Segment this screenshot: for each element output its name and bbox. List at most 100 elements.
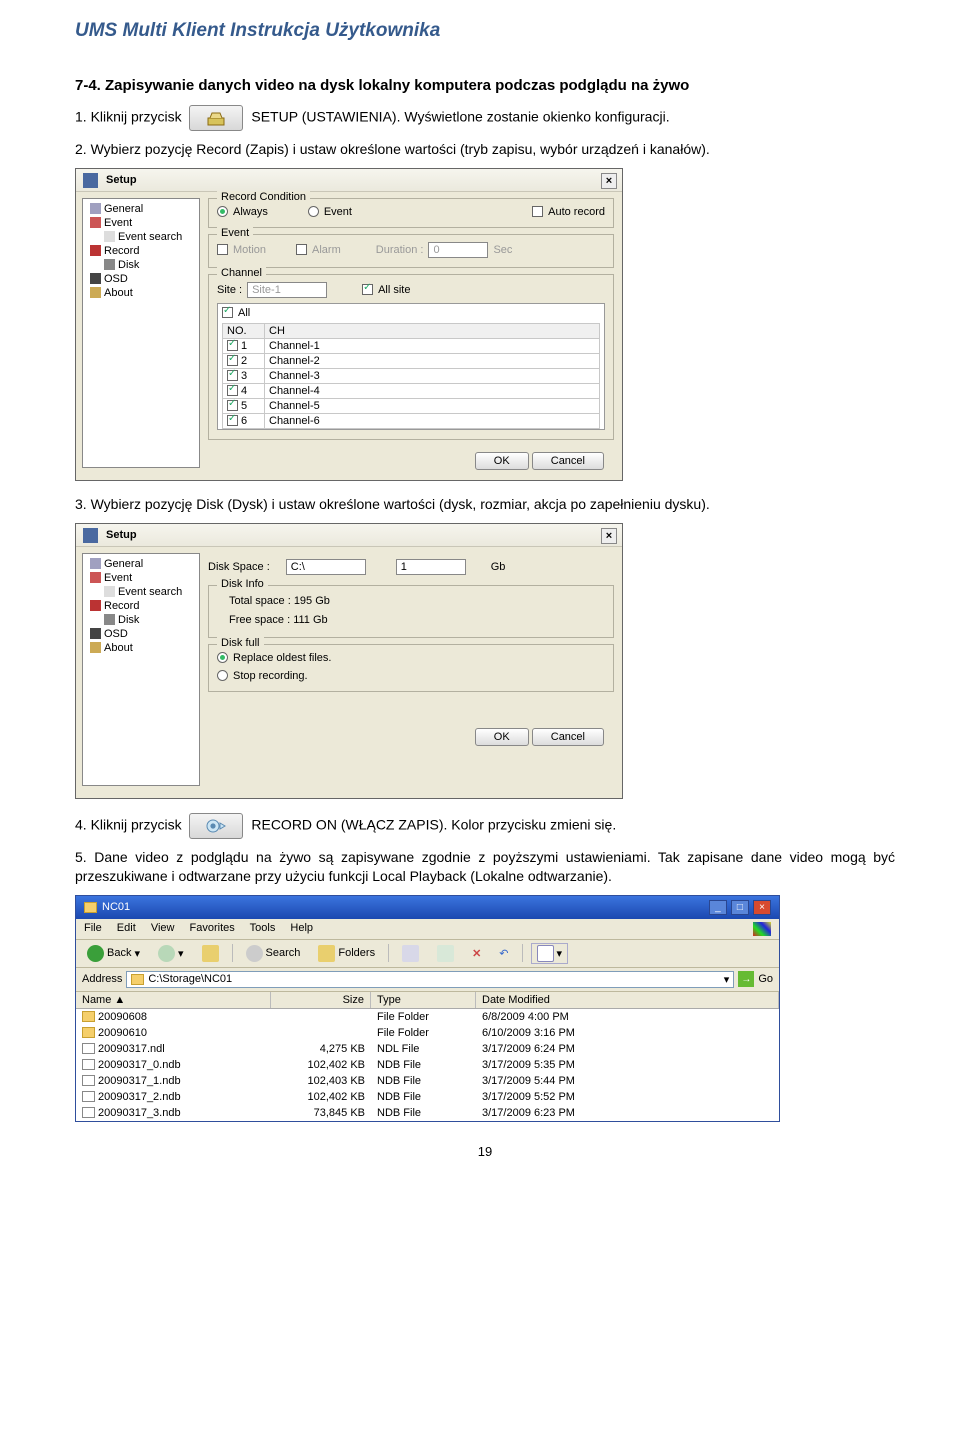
close-icon[interactable]: ×	[601, 528, 617, 544]
dialog-title-text: Setup	[106, 529, 137, 541]
table-row: 6Channel-6	[223, 413, 600, 428]
check-channel[interactable]	[227, 355, 238, 366]
nav-label: Record	[104, 245, 139, 257]
radio-always[interactable]	[217, 206, 228, 217]
nav-general[interactable]: General	[86, 202, 196, 216]
list-item[interactable]: 20090610File Folder6/10/2009 3:16 PM	[76, 1025, 779, 1041]
legend: Channel	[217, 267, 266, 279]
label: Alarm	[312, 244, 341, 256]
site-select[interactable]: Site-1	[247, 282, 327, 298]
duration-input[interactable]: 0	[428, 242, 488, 258]
nav-label: About	[104, 287, 133, 299]
check-all[interactable]	[222, 307, 233, 318]
list-item[interactable]: 20090317_3.ndb73,845 KBNDB File3/17/2009…	[76, 1105, 779, 1121]
go-button[interactable]: →	[738, 971, 754, 987]
address-input[interactable]: C:\Storage\NC01 ▾	[126, 971, 734, 988]
check-channel[interactable]	[227, 340, 238, 351]
nav-osd[interactable]: OSD	[86, 627, 196, 641]
up-button[interactable]	[197, 944, 224, 963]
radio-stop[interactable]	[217, 670, 228, 681]
list-item[interactable]: 20090317_2.ndb102,402 KBNDB File3/17/200…	[76, 1089, 779, 1105]
file-icon	[82, 1091, 95, 1102]
radio-replace[interactable]	[217, 652, 228, 663]
menu-tools[interactable]: Tools	[250, 922, 276, 934]
table-row: 4Channel-4	[223, 383, 600, 398]
col-size[interactable]: Size	[271, 992, 371, 1008]
step-4: 4. Kliknij przycisk RECORD ON (WŁĄCZ ZAP…	[75, 813, 895, 839]
forward-button[interactable]: ▾	[153, 944, 189, 963]
menu-view[interactable]: View	[151, 922, 175, 934]
drive-select[interactable]: C:\	[286, 559, 366, 575]
nav-tree: General Event Event search Record Disk O…	[82, 198, 200, 468]
up-icon	[202, 945, 219, 962]
radio-event[interactable]	[308, 206, 319, 217]
check-autorecord[interactable]	[532, 206, 543, 217]
ok-button[interactable]: OK	[475, 452, 529, 470]
check-channel[interactable]	[227, 400, 238, 411]
list-item[interactable]: 20090317_1.ndb102,403 KBNDB File3/17/200…	[76, 1073, 779, 1089]
check-alarm[interactable]	[296, 244, 307, 255]
close-icon[interactable]: ×	[753, 900, 771, 915]
check-channel[interactable]	[227, 415, 238, 426]
dialog-titlebar: Setup ×	[76, 524, 622, 547]
go-label: Go	[758, 973, 773, 985]
nav-event-search[interactable]: Event search	[86, 230, 196, 244]
search-button[interactable]: Search	[241, 944, 306, 963]
label: Back	[107, 947, 131, 959]
maximize-icon[interactable]: □	[731, 900, 749, 915]
check-motion[interactable]	[217, 244, 228, 255]
cancel-button[interactable]: Cancel	[532, 452, 604, 470]
undo-icon[interactable]: ↶	[494, 946, 513, 961]
list-item[interactable]: 20090317_0.ndb102,402 KBNDB File3/17/200…	[76, 1057, 779, 1073]
check-channel[interactable]	[227, 385, 238, 396]
list-item[interactable]: 20090608File Folder6/8/2009 4:00 PM	[76, 1009, 779, 1025]
col-date[interactable]: Date Modified	[476, 992, 779, 1008]
disk-full-group: Disk full Replace oldest files. Stop rec…	[208, 644, 614, 692]
list-item[interactable]: 20090317.ndl4,275 KBNDL File3/17/2009 6:…	[76, 1041, 779, 1057]
nav-label: Disk	[118, 259, 139, 271]
setup-dialog-disk: Setup × General Event Event search Recor…	[75, 523, 623, 799]
delete-icon[interactable]: ✕	[467, 946, 486, 961]
views-button[interactable]: ▾	[531, 943, 569, 964]
menu-favorites[interactable]: Favorites	[190, 922, 235, 934]
dialog-title-text: Setup	[106, 174, 137, 186]
close-icon[interactable]: ×	[601, 173, 617, 189]
folder-icon	[82, 1027, 95, 1038]
nav-event[interactable]: Event	[86, 216, 196, 230]
disk-free: Free space : 111 Gb	[217, 612, 605, 628]
menu-edit[interactable]: Edit	[117, 922, 136, 934]
forward-icon	[158, 945, 175, 962]
nav-osd[interactable]: OSD	[86, 272, 196, 286]
check-channel[interactable]	[227, 370, 238, 381]
legend: Record Condition	[217, 191, 310, 203]
nav-record[interactable]: Record	[86, 599, 196, 613]
nav-label: Event search	[118, 586, 182, 598]
check-allsite[interactable]	[362, 284, 373, 295]
col-name[interactable]: Name ▲	[76, 992, 271, 1008]
nav-disk[interactable]: Disk	[86, 613, 196, 627]
explorer-columns: Name ▲ Size Type Date Modified	[76, 992, 779, 1009]
nav-record[interactable]: Record	[86, 244, 196, 258]
size-input[interactable]: 1	[396, 559, 466, 575]
col-type[interactable]: Type	[371, 992, 476, 1008]
nav-about[interactable]: About	[86, 641, 196, 655]
tool-icon[interactable]	[432, 944, 459, 963]
tool-icon[interactable]	[397, 944, 424, 963]
step-1-post: SETUP (USTAWIENIA). Wyświetlone zostanie…	[251, 109, 669, 125]
menu-file[interactable]: File	[84, 922, 102, 934]
nav-general[interactable]: General	[86, 557, 196, 571]
back-button[interactable]: Back ▾	[82, 944, 145, 963]
ok-button[interactable]: OK	[475, 728, 529, 746]
label: All site	[378, 284, 410, 296]
menu-help[interactable]: Help	[290, 922, 313, 934]
nav-disk[interactable]: Disk	[86, 258, 196, 272]
nav-event[interactable]: Event	[86, 571, 196, 585]
channel-group: Channel Site : Site-1 All site All NO. C…	[208, 274, 614, 440]
file-icon	[82, 1043, 95, 1054]
minimize-icon[interactable]: _	[709, 900, 727, 915]
cancel-button[interactable]: Cancel	[532, 728, 604, 746]
nav-about[interactable]: About	[86, 286, 196, 300]
folders-button[interactable]: Folders	[313, 944, 380, 963]
nav-event-search[interactable]: Event search	[86, 585, 196, 599]
step-3: 3. Wybierz pozycję Disk (Dysk) i ustaw o…	[75, 495, 895, 514]
